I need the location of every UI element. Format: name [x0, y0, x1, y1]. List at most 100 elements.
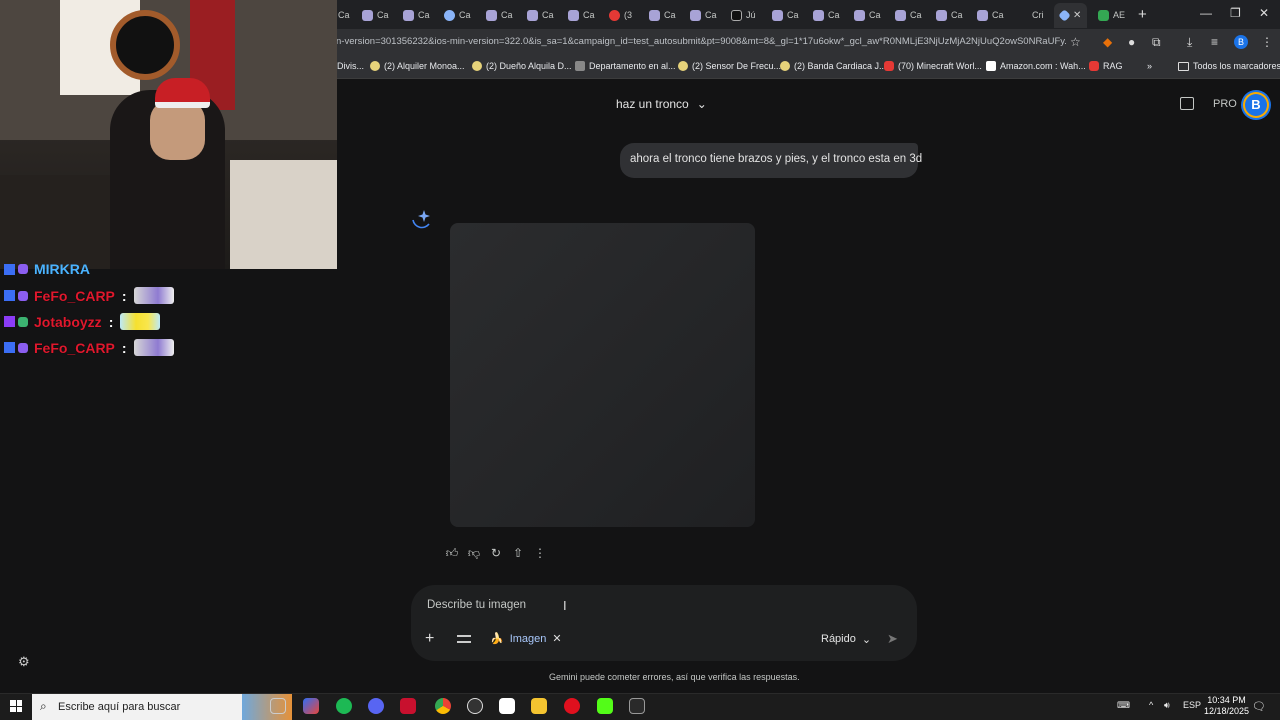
taskbar-search-placeholder: Escribe aquí para buscar — [58, 701, 181, 713]
browser-tab[interactable]: Ca — [338, 4, 350, 26]
bookmark[interactable]: (70) Minecraft Worl... — [884, 61, 982, 71]
all-bookmarks-label: Todos los marcadores — [1193, 61, 1280, 71]
pen-icon — [568, 9, 579, 21]
voice-app-icon[interactable] — [400, 698, 416, 714]
browser-tab[interactable]: Ca — [362, 4, 389, 26]
steam-icon[interactable] — [467, 698, 483, 714]
share-icon[interactable]: ⇧ — [511, 546, 525, 561]
download-icon[interactable]: ⤓ — [1187, 35, 1192, 50]
emote-icon — [133, 287, 174, 304]
address-bar[interactable]: n-version=301356232&ios-min-version=322.… — [336, 36, 1066, 47]
menu-icon[interactable]: ⋮ — [1261, 35, 1273, 49]
taskbar-search[interactable]: ⌕ Escribe aquí para buscar — [32, 694, 292, 720]
tab-label: Ca — [501, 10, 513, 20]
thumbs-up-icon[interactable]: 👍︎ — [445, 546, 459, 561]
browser-tab[interactable]: Ca — [649, 4, 676, 26]
pen-icon — [403, 9, 414, 21]
browser-tab[interactable]: Cri — [1032, 4, 1044, 26]
windows-start-icon[interactable] — [10, 700, 22, 712]
media-icon[interactable]: ≡ — [1211, 35, 1218, 49]
bookmarks-more-label: » — [1147, 61, 1153, 71]
notifications-icon[interactable]: 🗨︎ — [1252, 700, 1266, 713]
profile-avatar[interactable]: B — [1234, 35, 1248, 49]
pen-icon — [813, 9, 824, 21]
bookmark[interactable]: Divis... — [337, 61, 364, 71]
minimize-icon[interactable]: — — [1200, 6, 1212, 20]
pro-badge[interactable]: PRO — [1213, 98, 1237, 110]
task-view-icon[interactable] — [270, 698, 286, 714]
chat-message-partial: MIRKRA — [4, 262, 90, 276]
browser-tab[interactable]: Ca — [403, 4, 430, 26]
account-avatar[interactable]: B — [1243, 92, 1269, 118]
browser-tab[interactable]: Ca — [977, 4, 1004, 26]
new-tab-button[interactable]: + — [1138, 6, 1147, 23]
volume-icon[interactable]: 🔊︎ — [1164, 700, 1170, 711]
bookmark-label: (2) Sensor De Frecu... — [692, 61, 782, 71]
browser-tab[interactable]: Ca — [936, 4, 963, 26]
bookmarks-more-button[interactable]: » — [1147, 61, 1152, 71]
bookmark[interactable]: RAG — [1089, 61, 1123, 71]
browser-tab[interactable]: Ca — [854, 4, 881, 26]
star-icon[interactable]: ☆ — [1070, 35, 1081, 49]
chevron-down-icon: ⌄ — [696, 97, 707, 111]
chevron-up-icon[interactable]: ^ — [1149, 700, 1153, 710]
capcut-icon[interactable] — [499, 698, 515, 714]
sub-badge-icon — [18, 316, 28, 327]
kick-icon[interactable] — [597, 698, 613, 714]
all-bookmarks-button[interactable]: Todos los marcadores — [1178, 61, 1280, 71]
browser-tab-active[interactable]: ✕ — [1054, 3, 1088, 28]
restore-icon[interactable]: ❐ — [1230, 6, 1241, 20]
settings-gear-icon[interactable]: ⚙ — [18, 654, 30, 670]
tab-label: Ca — [992, 10, 1004, 20]
language-indicator[interactable]: ESP — [1183, 700, 1201, 710]
close-tab-icon[interactable]: ✕ — [1073, 10, 1081, 21]
puzzle-icon[interactable]: ⧉ — [1152, 35, 1161, 50]
model-speed-selector[interactable]: Rápido ⌄ — [821, 633, 871, 646]
browser-tab[interactable]: (3 — [609, 4, 632, 26]
epic-games-icon[interactable] — [629, 698, 645, 714]
bookmark[interactable]: (2) Alquiler Monoa... — [370, 61, 465, 71]
close-icon[interactable]: ✕ — [552, 632, 561, 645]
regenerate-icon[interactable]: ↻ — [489, 546, 503, 561]
browser-tab[interactable]: AE — [1098, 4, 1125, 26]
tools-icon[interactable] — [457, 633, 471, 645]
discord-icon[interactable] — [368, 698, 384, 714]
image-tool-chip[interactable]: 🍌 Imagen ✕ — [490, 632, 562, 646]
browser-tab[interactable]: Ca — [444, 4, 471, 26]
browser-tab[interactable]: Ca — [895, 4, 922, 26]
file-explorer-icon[interactable] — [531, 698, 547, 714]
extension-icon[interactable]: ● — [1128, 35, 1135, 49]
conversation-title-button[interactable]: haz un tronco ⌄ — [616, 97, 707, 111]
browser-tab[interactable]: Ca — [568, 4, 595, 26]
prompt-composer[interactable] — [411, 585, 917, 661]
prompt-input[interactable]: Describe tu imagen — [427, 599, 526, 611]
browser-tab[interactable]: Jú — [731, 4, 756, 26]
disclaimer: Gemini puede cometer errores, así que ve… — [549, 672, 800, 682]
spotify-icon[interactable] — [336, 698, 352, 714]
add-files-button[interactable]: + — [425, 630, 434, 648]
browser-tab[interactable]: Ca — [527, 4, 554, 26]
browser-tab[interactable]: Ca — [690, 4, 717, 26]
chrome-icon[interactable] — [435, 698, 451, 714]
opera-icon[interactable] — [564, 698, 580, 714]
bookmark[interactable]: Amazon.com : Wah... — [986, 61, 1086, 71]
bookmark[interactable]: Departamento en al... — [575, 61, 676, 71]
extension-fox-icon[interactable]: ◆ — [1103, 35, 1112, 49]
gemini-spark-icon — [412, 210, 430, 229]
temporary-chat-icon[interactable] — [1180, 97, 1194, 110]
bookmark[interactable]: (2) Dueño Alquila D... — [472, 61, 572, 71]
bookmark[interactable]: (2) Sensor De Frecu... — [678, 61, 781, 71]
browser-tab[interactable]: Ca — [813, 4, 840, 26]
keyboard-icon[interactable]: ⌨ — [1117, 700, 1130, 711]
more-options-icon[interactable]: ⋮ — [533, 546, 547, 561]
thumbs-down-icon[interactable]: 👎︎ — [467, 546, 481, 561]
close-window-icon[interactable]: ✕ — [1259, 6, 1269, 20]
browser-tab[interactable]: Ca — [486, 4, 513, 26]
taskbar-clock[interactable]: 10:34 PM 12/18/2025 — [1204, 695, 1249, 717]
tab-label: Ca — [418, 10, 430, 20]
browser-tab[interactable]: Ca — [772, 4, 799, 26]
copilot-icon[interactable] — [303, 698, 319, 714]
bookmark[interactable]: (2) Banda Cardiaca J... — [780, 61, 887, 71]
send-icon[interactable]: ➤ — [887, 631, 898, 647]
pen-icon — [527, 9, 538, 21]
